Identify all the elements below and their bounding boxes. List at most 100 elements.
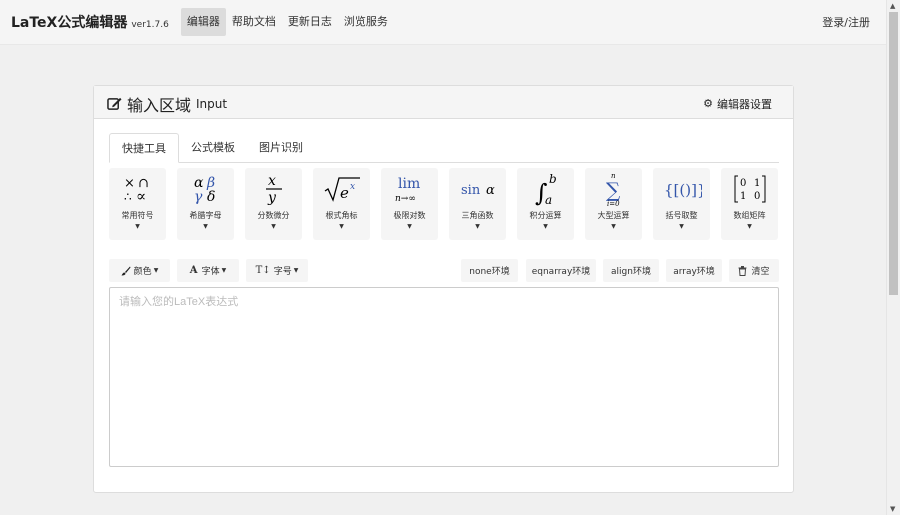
tab-image-recognition[interactable]: 图片识别: [247, 133, 315, 163]
svg-text:n→∞: n→∞: [395, 194, 416, 204]
caret-down-icon: ▼: [271, 223, 276, 230]
input-panel: 输入区域 Input ⚙ 编辑器设置 快捷工具 公式模板 图片识别 × ∩ ∴ …: [93, 85, 794, 493]
editor-settings-label: 编辑器设置: [717, 97, 772, 111]
fraction-icon: x y: [245, 168, 302, 210]
panel-title-en: Input: [196, 97, 228, 111]
symbol-label: 根式角标: [325, 211, 358, 220]
panel-title-text: 输入区域: [127, 96, 192, 115]
symbol-label: 大型运算: [597, 211, 630, 220]
svg-text:y: y: [267, 190, 277, 205]
tool-tabs: 快捷工具 公式模板 图片识别: [109, 133, 779, 163]
svg-text:a: a: [545, 193, 552, 207]
svg-text:1: 1: [740, 191, 746, 202]
svg-text:δ: δ: [207, 189, 215, 204]
trash-icon: [738, 265, 747, 276]
version-label: ver1.7.6: [131, 20, 169, 30]
svg-text:sin: sin: [461, 183, 481, 198]
svg-text:0: 0: [740, 178, 746, 189]
svg-text:0: 0: [754, 191, 760, 202]
caret-down-icon: ▼: [543, 223, 548, 230]
top-navbar: LaTeX公式编辑器 ver1.7.6 编辑器 帮助文档 更新日志 浏览服务 登…: [0, 0, 886, 45]
svg-text:α: α: [486, 183, 495, 198]
svg-text:b: b: [549, 172, 557, 186]
svg-text:{[()]}: {[()]}: [664, 181, 702, 199]
brand-name: LaTeX公式编辑器: [11, 15, 128, 31]
brand[interactable]: LaTeX公式编辑器 ver1.7.6: [11, 12, 169, 32]
radical-icon: e x: [313, 168, 370, 210]
matrix-icon: 0 1 1 0: [721, 168, 778, 210]
env-align-button[interactable]: align环境: [603, 259, 659, 282]
caret-down-icon: ▼: [153, 267, 159, 274]
sum-icon: n ∑ i=0: [585, 168, 642, 210]
env-array-button[interactable]: array环境: [666, 259, 722, 282]
gear-icon: ⚙: [703, 97, 713, 110]
svg-text:γ: γ: [194, 189, 203, 204]
nav-item-editor[interactable]: 编辑器: [180, 8, 226, 36]
nav-item-browse[interactable]: 浏览服务: [338, 8, 394, 36]
radical-button[interactable]: e x 根式角标 ▼: [313, 168, 370, 240]
edit-icon: [107, 97, 122, 110]
clear-button[interactable]: 清空: [729, 259, 779, 282]
brush-icon: [121, 266, 131, 275]
scroll-down-arrow-icon[interactable]: ▼: [890, 505, 895, 513]
latex-input[interactable]: [109, 287, 779, 467]
panel-title: 输入区域 Input: [107, 92, 227, 116]
svg-text:i=0: i=0: [607, 200, 620, 208]
main-nav: 编辑器 帮助文档 更新日志 浏览服务: [180, 8, 394, 36]
brackets-button[interactable]: {[()]} 括号取整 ▼: [653, 168, 710, 240]
symbol-label: 数组矩阵: [733, 211, 766, 220]
svg-text:×: ×: [124, 176, 135, 191]
svg-text:lim: lim: [398, 176, 420, 192]
caret-down-icon: ▼: [475, 223, 480, 230]
sum-button[interactable]: n ∑ i=0 大型运算 ▼: [585, 168, 642, 240]
env-none-button[interactable]: none环境: [461, 259, 518, 282]
caret-down-icon: ▼: [293, 267, 299, 274]
symbol-label: 积分运算: [529, 211, 562, 220]
caret-down-icon: ▼: [611, 223, 616, 230]
common-symbols-icon: × ∩ ∴ ∝: [109, 168, 166, 210]
caret-down-icon: ▼: [339, 223, 344, 230]
symbol-label: 三角函数: [461, 211, 494, 220]
trig-button[interactable]: sin α 三角函数 ▼: [449, 168, 506, 240]
caret-down-icon: ▼: [747, 223, 752, 230]
fraction-button[interactable]: x y 分数微分 ▼: [245, 168, 302, 240]
caret-down-icon: ▼: [679, 223, 684, 230]
page-scrollbar[interactable]: ▲ ▼: [886, 0, 900, 515]
svg-text:∝: ∝: [136, 187, 146, 204]
svg-text:e: e: [340, 184, 349, 202]
limit-icon: lim n→∞: [381, 168, 438, 210]
tab-templates[interactable]: 公式模板: [179, 133, 247, 163]
trig-icon: sin α: [449, 168, 506, 210]
symbol-toolbar: × ∩ ∴ ∝ 常用符号 ▼ α β γ δ 希腊字母 ▼ x y 分数微分 ▼…: [109, 168, 779, 240]
symbol-label: 希腊字母: [189, 211, 222, 220]
symbol-label: 括号取整: [665, 211, 698, 220]
scroll-thumb[interactable]: [889, 12, 898, 295]
svg-text:1: 1: [754, 178, 760, 189]
common-symbols-button[interactable]: × ∩ ∴ ∝ 常用符号 ▼: [109, 168, 166, 240]
nav-item-help[interactable]: 帮助文档: [226, 8, 282, 36]
size-label: 字号: [273, 267, 292, 277]
text-size-icon: T↕: [255, 265, 271, 276]
font-label: 字体: [201, 267, 220, 277]
login-link[interactable]: 登录/注册: [822, 0, 870, 45]
color-label: 颜色: [133, 267, 152, 277]
editor-settings-button[interactable]: ⚙ 编辑器设置: [694, 93, 781, 114]
size-dropdown-button[interactable]: T↕ 字号 ▼: [246, 259, 308, 282]
nav-item-changelog[interactable]: 更新日志: [282, 8, 338, 36]
svg-text:∴: ∴: [124, 190, 132, 204]
matrix-button[interactable]: 0 1 1 0 数组矩阵 ▼: [721, 168, 778, 240]
caret-down-icon: ▼: [203, 223, 208, 230]
greek-letters-button[interactable]: α β γ δ 希腊字母 ▼: [177, 168, 234, 240]
integral-icon: ∫ b a: [517, 168, 574, 210]
tab-quick-tools[interactable]: 快捷工具: [109, 133, 179, 163]
scroll-up-arrow-icon[interactable]: ▲: [890, 2, 895, 10]
font-icon: A: [189, 265, 198, 276]
limit-button[interactable]: lim n→∞ 极限对数 ▼: [381, 168, 438, 240]
caret-down-icon: ▼: [221, 267, 227, 274]
clear-label: 清空: [751, 267, 770, 277]
symbol-label: 分数微分: [257, 211, 290, 220]
integral-button[interactable]: ∫ b a 积分运算 ▼: [517, 168, 574, 240]
font-dropdown-button[interactable]: A 字体 ▼: [177, 259, 239, 282]
env-eqnarray-button[interactable]: eqnarray环境: [526, 259, 596, 282]
color-dropdown-button[interactable]: 颜色 ▼: [109, 259, 170, 282]
